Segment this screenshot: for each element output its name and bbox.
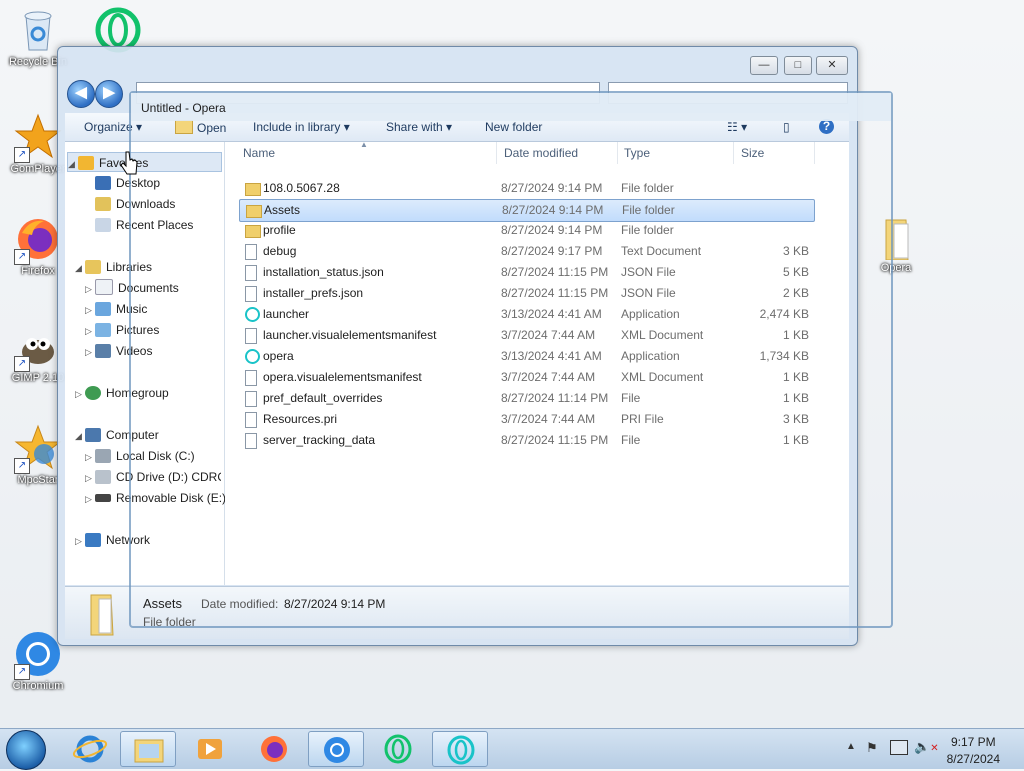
taskbar-opera[interactable] <box>432 731 488 767</box>
selected-folder-icon <box>87 593 121 640</box>
usb-drive-icon <box>95 494 111 502</box>
volume-muted-icon[interactable]: 🔈✕ <box>914 739 939 755</box>
libraries-icon <box>85 260 101 274</box>
collapse-arrow-icon: ▷ <box>85 494 92 504</box>
forward-button[interactable]: ▶ <box>95 80 123 108</box>
taskbar-file-explorer[interactable] <box>120 731 176 767</box>
shortcut-arrow-icon: ↗ <box>14 458 30 474</box>
collapse-arrow-icon: ▷ <box>75 389 82 399</box>
taskbar-opera-gx[interactable] <box>370 731 426 767</box>
desktop-icon <box>95 176 111 190</box>
clock-time: 9:17 PM <box>950 735 996 749</box>
start-orb-icon[interactable] <box>6 730 46 770</box>
homegroup-icon <box>85 386 101 400</box>
videos-icon <box>95 344 111 358</box>
minimize-button[interactable]: — <box>750 56 778 75</box>
music-icon <box>95 302 111 316</box>
taskbar-chromium[interactable] <box>308 731 364 767</box>
documents-icon <box>95 279 113 295</box>
opera-window-title: Untitled - Opera <box>141 101 226 115</box>
show-hidden-icons-button[interactable]: ▲ <box>846 741 856 752</box>
gomplayer-icon: ↗ <box>14 113 62 163</box>
collapse-arrow-icon: ▷ <box>85 284 92 294</box>
clock-date: 8/27/2024 <box>946 752 1000 766</box>
downloads-icon <box>95 197 111 211</box>
shortcut-arrow-icon: ↗ <box>14 249 30 265</box>
back-button[interactable]: ◀ <box>67 80 95 108</box>
chromium-icon: ↗ <box>14 630 62 680</box>
mpcstar-icon: ↗ <box>14 424 62 474</box>
collapse-arrow-icon: ▷ <box>85 452 92 462</box>
media-player-icon <box>198 739 222 759</box>
opera-icon <box>447 735 475 765</box>
expand-arrow-icon: ◢ <box>68 159 75 169</box>
mute-x-icon: ✕ <box>930 743 939 754</box>
firefox-icon <box>261 736 287 762</box>
chromium-icon <box>324 737 350 763</box>
network-icon <box>85 533 101 547</box>
shortcut-arrow-icon: ↗ <box>14 147 30 163</box>
organize-label: Organize <box>84 120 133 134</box>
computer-icon <box>85 428 101 442</box>
taskbar-firefox[interactable] <box>246 731 302 767</box>
collapse-arrow-icon: ▷ <box>85 347 92 357</box>
opera-title-bar[interactable]: Untitled - Opera <box>131 93 891 121</box>
recycle-bin-icon <box>14 6 62 54</box>
cd-drive-icon <box>95 470 111 484</box>
hard-disk-icon <box>95 449 111 463</box>
expand-arrow-icon: ◢ <box>75 431 82 441</box>
action-center-flag-icon[interactable]: ⚑ <box>866 740 878 756</box>
opera-window[interactable]: Untitled - Opera <box>129 91 893 628</box>
shortcut-arrow-icon: ↗ <box>14 664 30 680</box>
desktop-icon-label: Chromium <box>12 680 64 692</box>
pictures-icon <box>95 323 111 337</box>
firefox-icon: ↗ <box>14 215 62 265</box>
taskbar-media-player[interactable] <box>182 731 238 767</box>
recent-places-icon <box>95 218 111 232</box>
mouse-cursor-icon <box>120 151 138 175</box>
system-clock[interactable]: 9:17 PM 8/27/2024 <box>947 734 1000 768</box>
expand-arrow-icon: ◢ <box>75 263 82 273</box>
collapse-arrow-icon: ▷ <box>85 326 92 336</box>
gimp-icon: ↗ <box>14 322 62 372</box>
file-explorer-icon <box>134 739 164 763</box>
taskbar-internet-explorer[interactable] <box>62 731 118 767</box>
star-icon <box>78 156 94 170</box>
maximize-button[interactable]: □ <box>784 56 812 75</box>
collapse-arrow-icon: ▷ <box>75 536 82 546</box>
shortcut-arrow-icon: ↗ <box>14 356 30 372</box>
taskbar: ▲ ⚑ 🔈✕ 9:17 PM 8/27/2024 <box>0 728 1024 770</box>
collapse-arrow-icon: ▷ <box>85 305 92 315</box>
collapse-arrow-icon: ▷ <box>85 473 92 483</box>
close-button[interactable]: ✕ <box>816 56 848 75</box>
internet-explorer-icon <box>72 735 108 763</box>
network-status-icon[interactable] <box>890 740 908 755</box>
opera-gx-icon <box>384 734 412 764</box>
